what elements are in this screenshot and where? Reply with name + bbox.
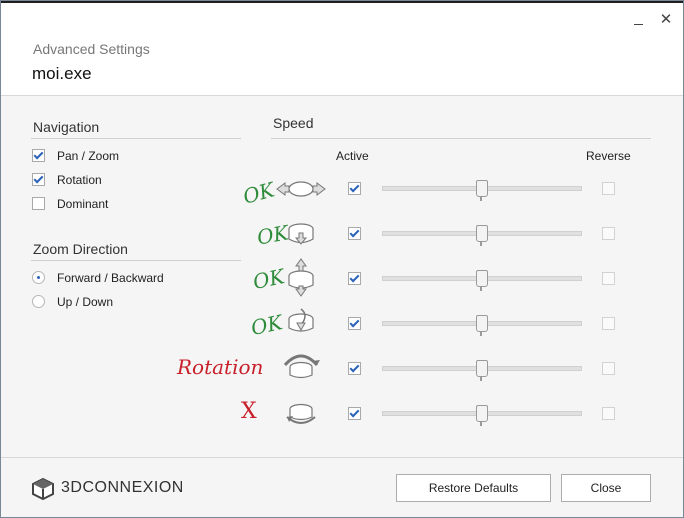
reverse-checkbox-1[interactable] [602, 182, 615, 195]
pan-zoom-checkbox[interactable] [32, 149, 45, 162]
active-column-header: Active [336, 149, 369, 163]
active-checkbox-1[interactable] [348, 182, 361, 195]
window-header: Advanced Settings moi.exe ✕ [1, 3, 683, 96]
tilt-icon [288, 308, 314, 332]
x-annotation: X [241, 399, 257, 424]
dominant-checkbox[interactable] [32, 197, 45, 210]
roll-icon [283, 354, 320, 379]
speed-slider-thumb-5[interactable] [476, 360, 488, 381]
navigation-divider [31, 138, 241, 139]
speed-slider-thumb-3[interactable] [476, 270, 488, 291]
up-down-label: Up / Down [57, 295, 114, 309]
forward-backward-label: Forward / Backward [57, 271, 164, 285]
rotation-annotation: Rotation [177, 355, 264, 379]
speed-slider-thumb-4[interactable] [476, 315, 488, 336]
active-checkbox-4[interactable] [348, 317, 361, 330]
restore-defaults-button[interactable]: Restore Defaults [396, 474, 551, 502]
reverse-checkbox-5[interactable] [602, 362, 615, 375]
window-subtitle: Advanced Settings [33, 41, 150, 57]
pan-zoom-label: Pan / Zoom [57, 149, 120, 163]
close-button[interactable]: Close [561, 474, 651, 502]
pan-up-down-icon [288, 223, 314, 245]
speed-slider-thumb-2[interactable] [476, 225, 488, 246]
reverse-column-header: Reverse [586, 149, 631, 163]
settings-window: Advanced Settings moi.exe ✕ Navigation P… [0, 0, 684, 518]
close-icon[interactable]: ✕ [658, 12, 674, 28]
speed-heading: Speed [273, 115, 314, 131]
navigation-heading: Navigation [33, 119, 100, 135]
spin-icon [286, 403, 316, 424]
up-down-radio[interactable] [32, 295, 45, 308]
rotation-checkbox[interactable] [32, 173, 45, 186]
zoom-direction-heading: Zoom Direction [33, 241, 128, 257]
zoom-in-out-icon [288, 258, 314, 297]
reverse-checkbox-4[interactable] [602, 317, 615, 330]
active-checkbox-3[interactable] [348, 272, 361, 285]
zoom-direction-divider [31, 260, 241, 261]
dominant-label: Dominant [57, 197, 109, 211]
speed-divider [271, 138, 651, 139]
rotation-label: Rotation [57, 173, 102, 187]
window-title: moi.exe [32, 64, 92, 83]
3dconnexion-logo-icon [32, 477, 54, 501]
reverse-checkbox-6[interactable] [602, 407, 615, 420]
reverse-checkbox-2[interactable] [602, 227, 615, 240]
active-checkbox-5[interactable] [348, 362, 361, 375]
minimize-icon[interactable] [631, 13, 647, 29]
speed-slider-thumb-1[interactable] [476, 180, 488, 201]
forward-backward-radio[interactable] [32, 271, 45, 284]
footer-divider [1, 457, 683, 458]
pan-left-right-icon [276, 181, 326, 197]
speed-slider-thumb-6[interactable] [476, 405, 488, 426]
reverse-checkbox-3[interactable] [602, 272, 615, 285]
active-checkbox-6[interactable] [348, 407, 361, 420]
brand-name: 3DCONNEXION [61, 479, 184, 496]
active-checkbox-2[interactable] [348, 227, 361, 240]
